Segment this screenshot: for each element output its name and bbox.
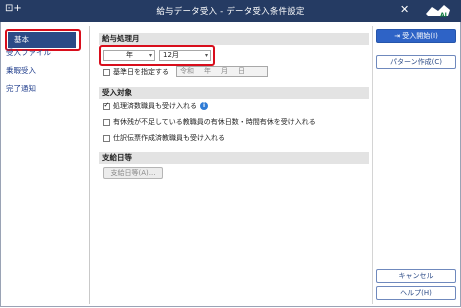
start-import-button[interactable]: ⇥ 受入開始(I)	[376, 29, 456, 43]
section-heading-targets: 受入対象	[99, 87, 369, 99]
section-heading-payment-date: 支給日等	[99, 152, 369, 164]
app-logo-icon: AI	[426, 5, 450, 19]
logo-text: AI	[440, 12, 447, 19]
cancel-button[interactable]: キャンセル	[376, 269, 456, 283]
target-option-checkbox[interactable]	[103, 135, 110, 142]
info-icon[interactable]: i	[200, 102, 208, 110]
title-bar: ⊡+ 給与データ受入 - データ受入条件設定 ✕ AI	[0, 0, 461, 22]
sidebar-item-import-file[interactable]: 受入ファイル	[6, 46, 51, 60]
target-option-checkbox[interactable]	[103, 101, 110, 110]
date-era: 令和	[180, 67, 194, 75]
highlight-frame-month	[99, 45, 215, 66]
base-date-label: 基準日を指定する	[113, 68, 169, 76]
create-pattern-button[interactable]: パターン作成(C)	[376, 55, 456, 69]
target-option-label: 処理済数職員も受け入れる	[113, 102, 197, 110]
target-option-label: 仕訳伝票作成済教職員も受け入れる	[113, 134, 225, 142]
close-icon[interactable]: ✕	[400, 3, 409, 16]
date-day-unit: 日	[238, 67, 245, 75]
date-month-unit: 月	[221, 67, 228, 75]
section-heading-pay-month: 給与処理月	[99, 33, 369, 45]
sidebar-item-completion-notice[interactable]: 完了通知	[6, 82, 36, 96]
payment-date-button[interactable]: 支給日等(A)...	[103, 167, 163, 179]
window-title: 給与データ受入 - データ受入条件設定	[156, 7, 305, 17]
help-button[interactable]: ヘルプ(H)	[376, 286, 456, 300]
target-option-checkbox[interactable]	[103, 119, 110, 126]
sidebar-item-leave-import[interactable]: 乗暇受入	[6, 64, 36, 78]
base-date-checkbox[interactable]	[103, 69, 110, 76]
target-option-label: 有休残が不足している教職員の有休日数・時間有休を受け入れる	[113, 118, 316, 126]
start-import-label: 受入開始(I)	[402, 32, 438, 40]
base-date-field[interactable]: 令和 年 月 日	[176, 66, 268, 77]
date-year-unit: 年	[204, 67, 211, 75]
